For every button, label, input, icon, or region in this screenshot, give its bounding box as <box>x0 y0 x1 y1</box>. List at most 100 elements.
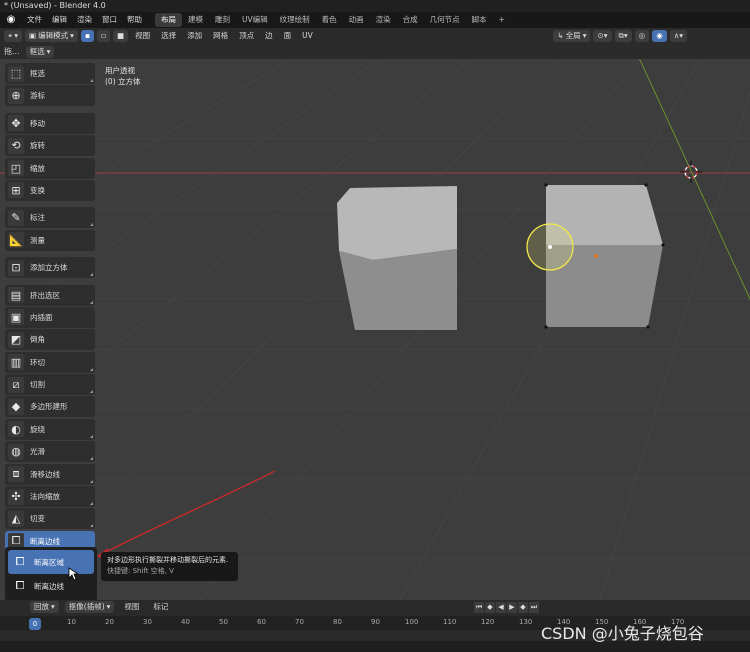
tab-texture-paint[interactable]: 纹理绘制 <box>274 13 316 27</box>
chevron-down-icon: ▾ <box>14 31 18 40</box>
tool-select-box[interactable]: ⬚ 框选 <box>5 63 95 84</box>
pivot-button[interactable]: ⊙▾ <box>593 30 612 42</box>
tab-compositing[interactable]: 合成 <box>397 13 424 27</box>
torn-cube <box>337 186 457 330</box>
3d-viewport[interactable]: 用户透视 (0) 立方体 <box>0 59 750 600</box>
loop-cut-icon: ▥ <box>8 354 24 371</box>
menu-vertex[interactable]: 顶点 <box>235 28 258 44</box>
menu-render[interactable]: 渲染 <box>72 12 97 28</box>
tool-move[interactable]: ✥ 移动 <box>5 112 95 134</box>
spin-icon: ◐ <box>8 421 24 438</box>
menu-select[interactable]: 选择 <box>157 28 180 44</box>
tool-rotate[interactable]: ⟲ 旋转 <box>5 135 95 157</box>
playback-dropdown[interactable]: 回放 ▾ <box>30 601 59 613</box>
menu-help[interactable]: 帮助 <box>122 12 147 28</box>
annotate-icon: ✎ <box>8 209 24 226</box>
orientation-dropdown[interactable]: ↳ 全局 ▾ <box>553 30 591 42</box>
viewport-header: ⌖ ▾ ▣ 编辑模式 ▾ ▪ ▫ ■ 视图 选择 添加 网格 顶点 边 面 UV ↳ 全… <box>0 28 750 44</box>
tool-annotate[interactable]: ✎ 标注 <box>5 207 95 229</box>
bevel-icon: ◩ <box>8 331 24 348</box>
mode-dropdown[interactable]: ▣ 编辑模式 ▾ <box>25 30 78 42</box>
tick-label: 130 <box>519 618 533 626</box>
playback-controls: ⏮ ◆ ◀ ▶ ◆ ⏭ <box>474 602 539 613</box>
tool-poly-build[interactable]: ◆ 多边形建形 <box>5 396 95 418</box>
tab-shading[interactable]: 着色 <box>316 13 343 27</box>
menu-uv[interactable]: UV <box>298 28 317 44</box>
tool-cursor[interactable]: ⊕ 游标 <box>5 85 95 107</box>
menu-file[interactable]: 文件 <box>22 12 47 28</box>
overlay-toggle-button[interactable]: ◉ <box>652 30 667 42</box>
tool-bevel[interactable]: ◩ 倒角 <box>5 329 95 351</box>
tool-knife[interactable]: ⧄ 切割 <box>5 374 95 396</box>
tool-smooth[interactable]: ◍ 光滑 <box>5 441 95 463</box>
menu-mesh[interactable]: 网格 <box>209 28 232 44</box>
viewport-object-label: (0) 立方体 <box>105 77 141 86</box>
tab-scripting[interactable]: 脚本 <box>466 13 493 27</box>
proportional-edit-button[interactable]: ◎ <box>634 30 650 42</box>
tick-label: 70 <box>295 618 304 626</box>
tool-extrude[interactable]: ▤ 挤出选区 <box>5 284 95 306</box>
vertex-select-button[interactable]: ▪ <box>80 30 94 42</box>
tick-label: 120 <box>481 618 495 626</box>
tool-edge-slide[interactable]: ⧈ 滑移边线 <box>5 463 95 485</box>
flyout-item-rip-edge[interactable]: ⧠ 断离边线 <box>8 574 94 598</box>
tab-uv-editing[interactable]: UV编辑 <box>236 13 274 27</box>
menu-edit[interactable]: 编辑 <box>47 12 72 28</box>
add-workspace-button[interactable]: + <box>493 13 511 27</box>
menu-window[interactable]: 窗口 <box>97 12 122 28</box>
blender-logo-icon[interactable]: ◉ <box>4 14 18 26</box>
timeline-view-menu[interactable]: 视图 <box>120 599 143 615</box>
timeline-marker-menu[interactable]: 标记 <box>149 599 172 615</box>
tab-sculpting[interactable]: 雕刻 <box>209 13 236 27</box>
tab-rendering[interactable]: 渲染 <box>370 13 397 27</box>
face-select-button[interactable]: ■ <box>113 30 129 42</box>
menu-face[interactable]: 面 <box>280 28 296 44</box>
tool-measure[interactable]: 📐 测量 <box>5 229 95 251</box>
tool-add-cube[interactable]: ⊡ 添加立方体 <box>5 257 95 279</box>
menu-view[interactable]: 视图 <box>131 28 154 44</box>
tool-loop-cut[interactable]: ▥ 环切 <box>5 351 95 373</box>
tab-animation[interactable]: 动画 <box>343 13 370 27</box>
editor-type-button[interactable]: ⌖ ▾ <box>4 30 22 42</box>
tab-layout[interactable]: 布局 <box>155 13 182 27</box>
move-icon: ✥ <box>8 115 24 132</box>
select-box-icon: ⬚ <box>8 65 24 82</box>
tool-shelf: ⬚ 框选 ⊕ 游标 ✥ 移动 ⟲ 旋转 ◰ 缩放 ⊞ 变换 ✎ 标注 📐 测量 ⊡ 添加立方体 ▤… <box>5 63 95 553</box>
tab-modeling[interactable]: 建模 <box>182 13 209 27</box>
menu-edge[interactable]: 边 <box>261 28 277 44</box>
chevron-down-icon: ▾ <box>51 602 55 611</box>
play-button[interactable]: ▶ <box>507 602 517 613</box>
keying-dropdown[interactable]: 抠像(插帧) ▾ <box>64 601 115 613</box>
menu-add[interactable]: 添加 <box>183 28 206 44</box>
tool-transform[interactable]: ⊞ 变换 <box>5 179 95 201</box>
tab-geometry-nodes[interactable]: 几何节点 <box>424 13 466 27</box>
jump-end-button[interactable]: ⏭ <box>529 602 539 613</box>
select-mode-dropdown[interactable]: 框选 ▾ <box>25 45 55 58</box>
play-reverse-button[interactable]: ◀ <box>496 602 506 613</box>
tick-label: 40 <box>181 618 190 626</box>
brush-circle <box>526 223 574 271</box>
tool-spin[interactable]: ◐ 旋绕 <box>5 418 95 440</box>
falloff-button[interactable]: ∧▾ <box>669 30 687 42</box>
tool-shrink-fatten[interactable]: ✣ 法向缩放 <box>5 486 95 508</box>
tool-scale[interactable]: ◰ 缩放 <box>5 157 95 179</box>
current-frame-indicator[interactable]: 0 <box>29 618 41 630</box>
snap-button[interactable]: ⧉▾ <box>614 30 632 42</box>
flyout-item-rip-region[interactable]: ⧠ 断离区域 <box>8 550 94 574</box>
inset-icon: ▣ <box>8 309 24 326</box>
tick-label: 30 <box>143 618 152 626</box>
tool-shear[interactable]: ◭ 切变 <box>5 508 95 530</box>
tool-flyout-menu: ⧠ 断离区域 ⧠ 断离边线 <box>5 547 97 603</box>
chevron-down-icon: ▾ <box>46 46 51 56</box>
prev-key-button[interactable]: ◆ <box>485 602 495 613</box>
viewport-scene <box>0 59 750 600</box>
tool-inset[interactable]: ▣ 内插面 <box>5 306 95 328</box>
jump-start-button[interactable]: ⏮ <box>474 602 484 613</box>
top-menubar: ◉ 文件 编辑 渲染 窗口 帮助 布局 建模 雕刻 UV编辑 纹理绘制 着色 动… <box>0 12 750 28</box>
shear-icon: ◭ <box>8 510 24 527</box>
tick-label: 110 <box>443 618 457 626</box>
poly-build-icon: ◆ <box>8 398 24 415</box>
tick-label: 90 <box>371 618 380 626</box>
next-key-button[interactable]: ◆ <box>518 602 528 613</box>
edge-select-button[interactable]: ▫ <box>96 30 111 42</box>
